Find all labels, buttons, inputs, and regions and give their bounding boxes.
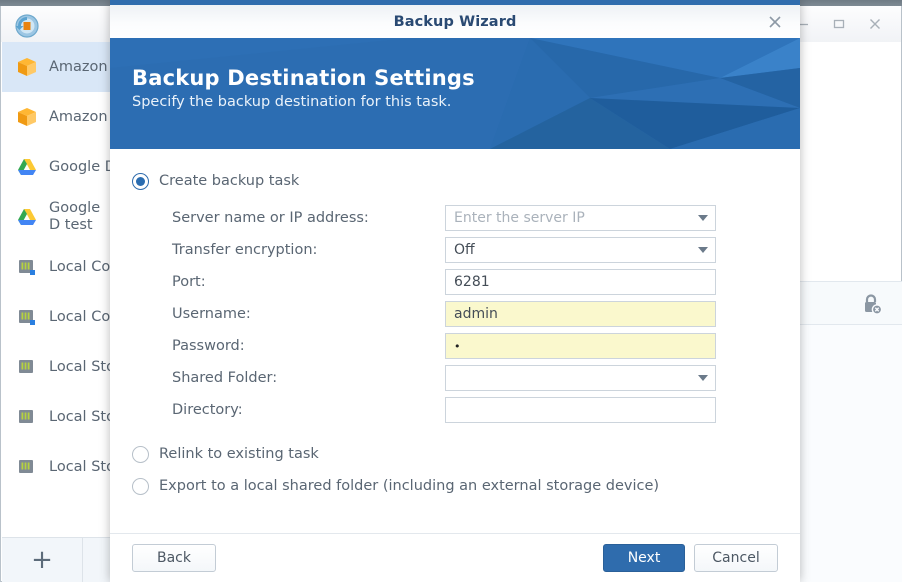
local-server-icon	[15, 305, 39, 329]
sidebar: Amazon Amazon	[2, 42, 111, 582]
chevron-down-icon[interactable]	[698, 215, 708, 221]
field-row-port: Port: 6281	[132, 266, 778, 298]
app-root: Amazon Amazon	[0, 0, 902, 582]
label-directory: Directory:	[132, 402, 445, 418]
dialog-footer: Back Next Cancel	[110, 533, 800, 582]
transfer-encryption-select[interactable]: Off	[445, 237, 716, 263]
sidebar-item-local-storage-1[interactable]: Local Sto	[2, 342, 110, 392]
chevron-down-icon[interactable]	[698, 247, 708, 253]
sidebar-item-label: Local Sto	[49, 359, 110, 376]
sidebar-list: Amazon Amazon	[2, 42, 110, 537]
server-address-placeholder: Enter the server IP	[454, 210, 585, 226]
dialog-body: Create backup task Server name or IP add…	[110, 149, 800, 533]
field-row-server-address: Server name or IP address: Enter the ser…	[132, 202, 778, 234]
radio-relink-existing-task[interactable]: Relink to existing task	[132, 438, 778, 470]
local-storage-icon	[15, 355, 39, 379]
label-port: Port:	[132, 274, 445, 290]
sidebar-item-google-drive-2[interactable]: Google D test	[2, 192, 110, 242]
lock-disabled-icon	[860, 292, 884, 320]
label-transfer-encryption: Transfer encryption:	[132, 242, 445, 258]
field-row-transfer-encryption: Transfer encryption: Off	[132, 234, 778, 266]
dialog-close-icon[interactable]	[760, 8, 790, 35]
field-row-directory: Directory:	[132, 394, 778, 426]
next-button[interactable]: Next	[603, 544, 685, 572]
hero-heading: Backup Destination Settings	[132, 66, 475, 90]
hero-text-block: Backup Destination Settings Specify the …	[132, 66, 475, 110]
sidebar-footer-spacer	[83, 538, 111, 582]
sidebar-item-label: Local Co	[49, 259, 110, 276]
sidebar-item-label: Amazon	[49, 109, 108, 126]
dialog-title: Backup Wizard	[394, 14, 517, 30]
backup-wizard-dialog: Backup Wizard	[110, 0, 800, 582]
destination-form: Server name or IP address: Enter the ser…	[132, 202, 778, 426]
radio-export-local-folder[interactable]: Export to a local shared folder (includi…	[132, 470, 778, 502]
backup-app-icon	[11, 12, 43, 40]
close-button[interactable]	[857, 10, 893, 38]
dialog-hero-banner: Backup Destination Settings Specify the …	[110, 38, 800, 149]
sidebar-item-label: Google D test	[49, 200, 109, 233]
back-button[interactable]: Back	[132, 544, 216, 572]
label-username: Username:	[132, 306, 445, 322]
radio-indicator-export[interactable]	[132, 478, 149, 495]
sidebar-item-amazon-2[interactable]: Amazon	[2, 92, 110, 142]
dialog-titlebar: Backup Wizard	[110, 5, 800, 38]
sidebar-item-label: Local Sto	[49, 409, 110, 426]
sidebar-item-label: Local Co	[49, 309, 110, 326]
username-value: admin	[454, 306, 498, 322]
sidebar-item-google-drive-1[interactable]: Google D	[2, 142, 110, 192]
local-storage-icon	[15, 455, 39, 479]
sidebar-item-label: Amazon	[49, 59, 108, 76]
directory-input[interactable]	[445, 397, 716, 423]
sidebar-item-amazon-1[interactable]: Amazon	[2, 42, 110, 92]
radio-create-backup-task[interactable]: Create backup task	[132, 166, 778, 196]
radio-label-create: Create backup task	[159, 173, 299, 189]
radio-label-relink: Relink to existing task	[159, 446, 319, 462]
sidebar-item-label: Google D	[49, 159, 110, 176]
server-address-select[interactable]: Enter the server IP	[445, 205, 716, 231]
local-storage-icon	[15, 405, 39, 429]
google-drive-icon	[15, 155, 39, 179]
username-input[interactable]: admin	[445, 301, 716, 327]
add-destination-button[interactable]: +	[2, 538, 83, 582]
port-value: 6281	[454, 274, 490, 290]
radio-indicator-relink[interactable]	[132, 446, 149, 463]
sidebar-item-label: Local Sto	[49, 459, 110, 476]
shared-folder-select[interactable]	[445, 365, 716, 391]
maximize-button[interactable]	[821, 10, 857, 38]
window-controls	[785, 10, 893, 38]
field-row-shared-folder: Shared Folder:	[132, 362, 778, 394]
footer-right-buttons: Next Cancel	[603, 544, 778, 572]
sidebar-item-local-conn-1[interactable]: Local Co	[2, 242, 110, 292]
amazon-glacier-icon	[15, 55, 39, 79]
transfer-encryption-value: Off	[454, 242, 475, 258]
cancel-button[interactable]: Cancel	[694, 544, 778, 572]
password-value: •	[454, 341, 461, 352]
hero-subheading: Specify the backup destination for this …	[132, 94, 475, 110]
label-password: Password:	[132, 338, 445, 354]
radio-label-export: Export to a local shared folder (includi…	[159, 478, 659, 494]
field-row-username: Username: admin	[132, 298, 778, 330]
label-server-address: Server name or IP address:	[132, 210, 445, 226]
radio-indicator-selected[interactable]	[132, 173, 149, 190]
amazon-glacier-icon	[15, 105, 39, 129]
sidebar-item-local-storage-2[interactable]: Local Sto	[2, 392, 110, 442]
sidebar-footer: +	[2, 537, 111, 582]
field-row-password: Password: •	[132, 330, 778, 362]
label-shared-folder: Shared Folder:	[132, 370, 445, 386]
secondary-options: Relink to existing task Export to a loca…	[132, 438, 778, 502]
password-input[interactable]: •	[445, 333, 716, 359]
sidebar-item-local-storage-3[interactable]: Local Sto	[2, 442, 110, 492]
chevron-down-icon[interactable]	[698, 375, 708, 381]
local-server-icon	[15, 255, 39, 279]
sidebar-item-local-conn-2[interactable]: Local Co	[2, 292, 110, 342]
port-input[interactable]: 6281	[445, 269, 716, 295]
google-drive-icon	[15, 205, 39, 229]
